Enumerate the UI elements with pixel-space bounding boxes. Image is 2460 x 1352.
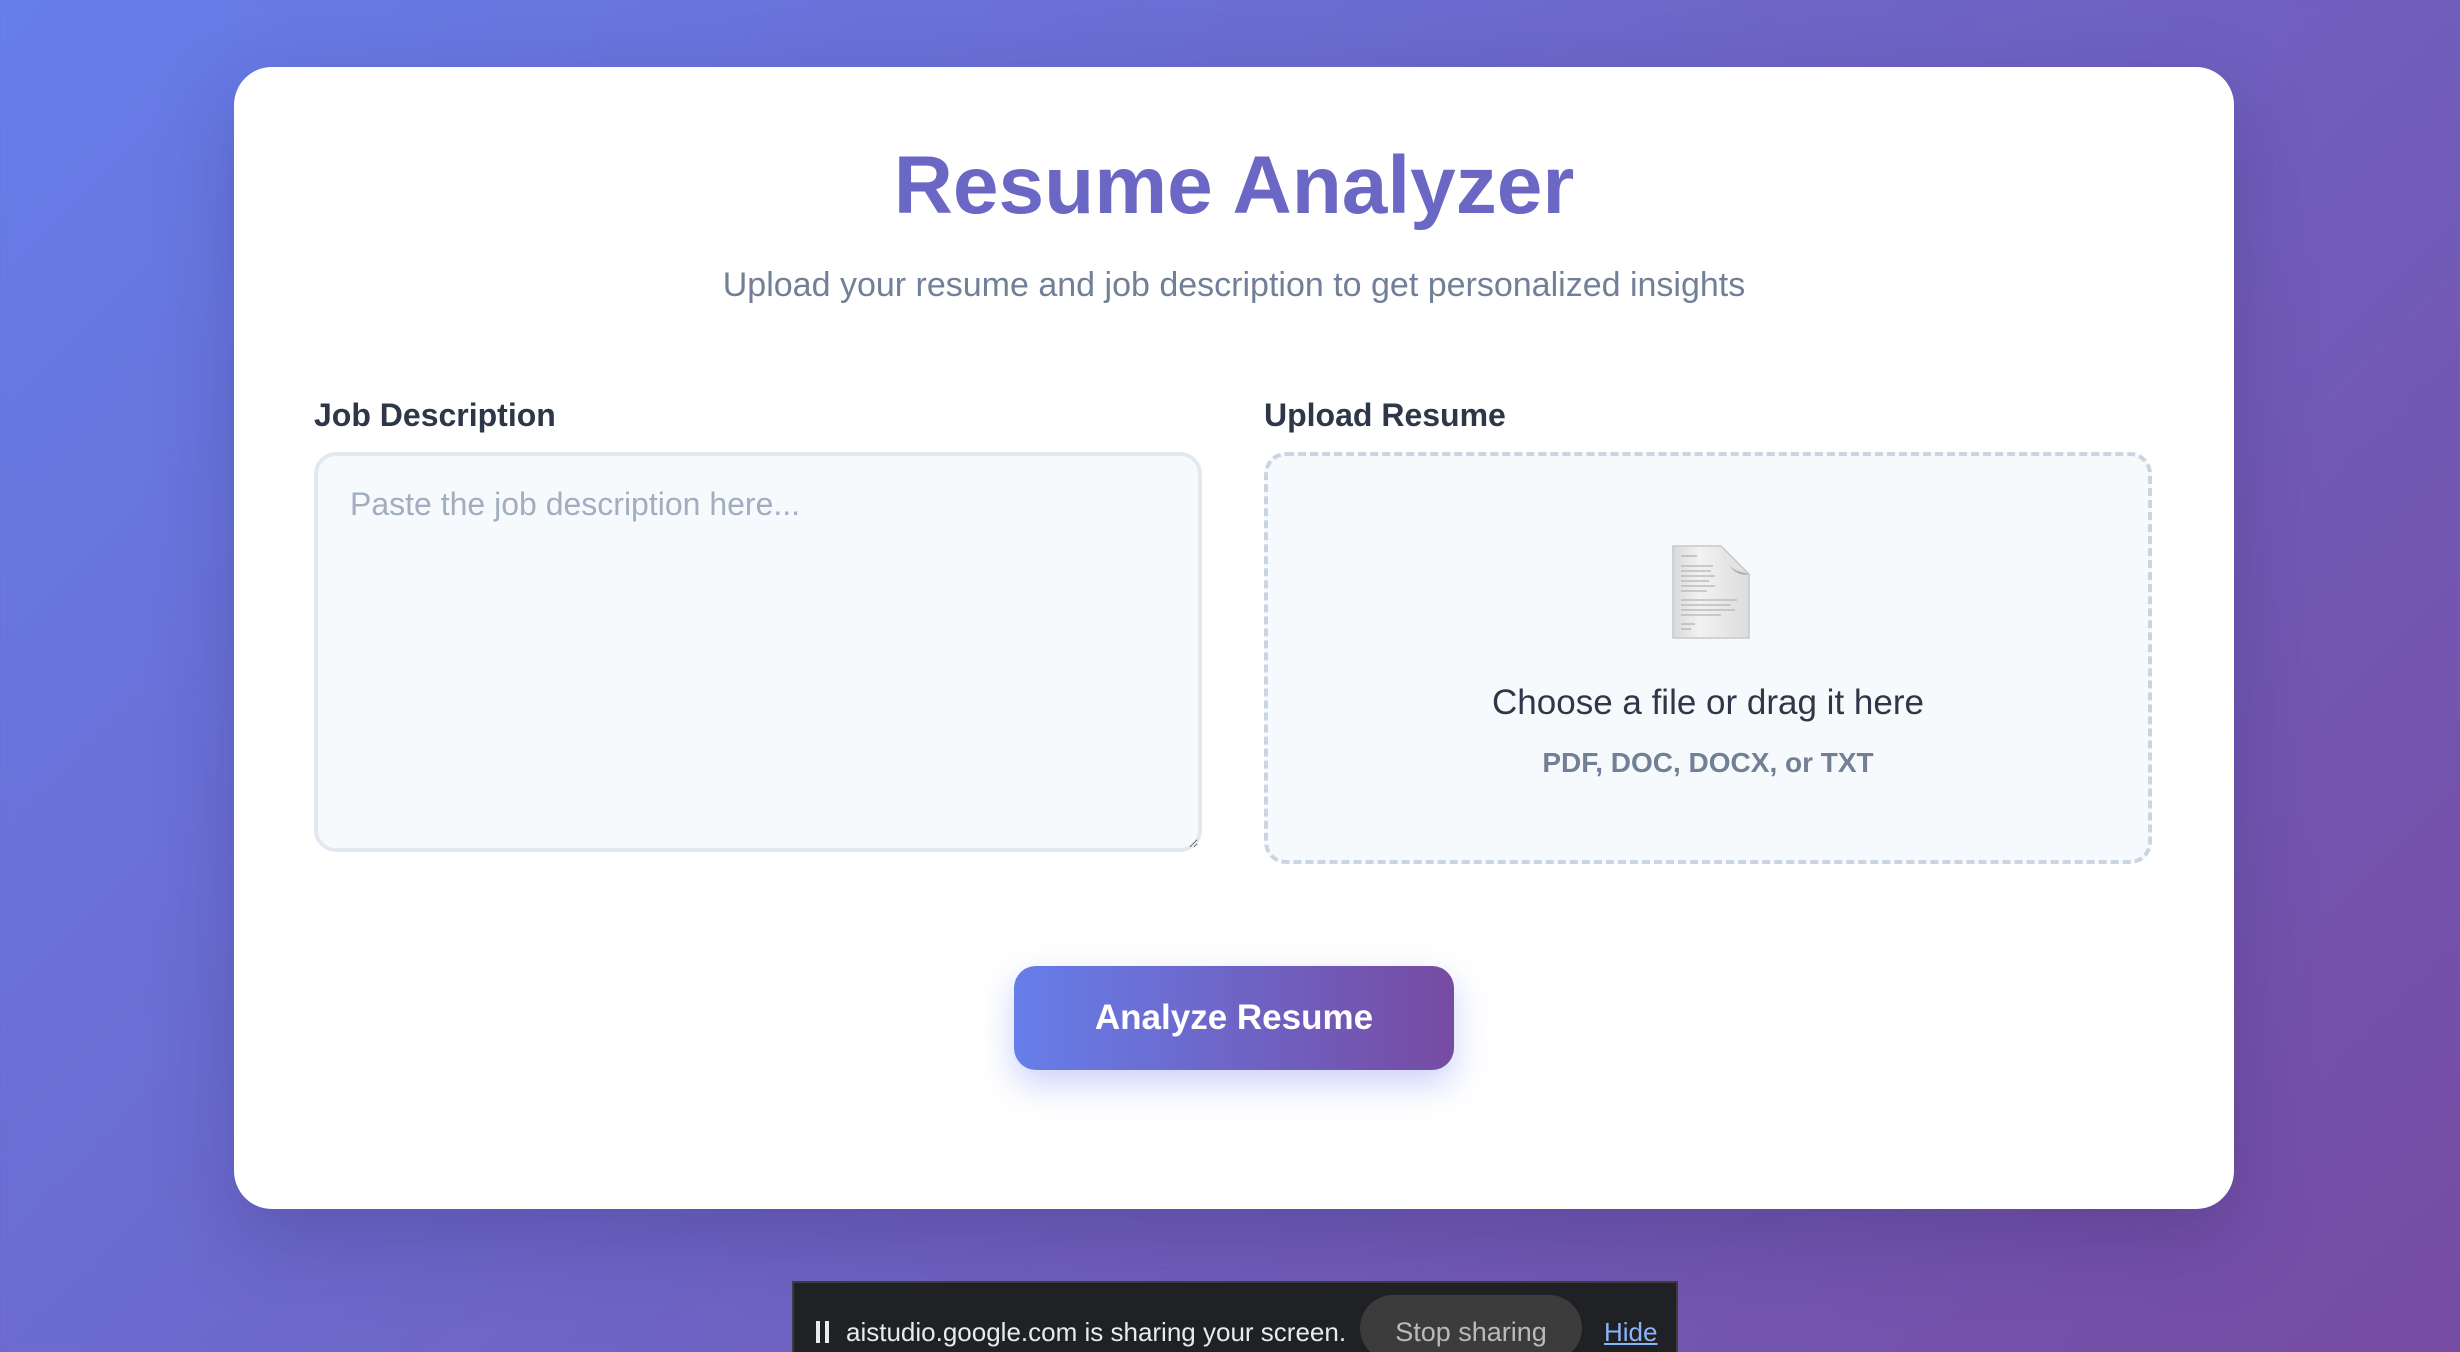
- page-subtitle: Upload your resume and job description t…: [722, 266, 1746, 304]
- document-icon: [1672, 545, 1750, 639]
- pause-icon: [816, 1321, 830, 1343]
- upload-resume-label: Upload Resume: [1264, 397, 1506, 433]
- stop-sharing-button[interactable]: Stop sharing: [1360, 1295, 1582, 1352]
- resume-upload-dropzone[interactable]: Choose a file or drag it here PDF, DOC, …: [1264, 452, 2152, 864]
- job-description-label: Job Description: [314, 397, 556, 433]
- accepted-formats-hint: PDF, DOC, DOCX, or TXT: [1542, 747, 1874, 778]
- page-title: Resume Analyzer: [893, 140, 1575, 231]
- job-description-textarea[interactable]: [314, 452, 1202, 852]
- hide-share-bar-link[interactable]: Hide: [1604, 1317, 1657, 1348]
- screen-share-message: aistudio.google.com is sharing your scre…: [846, 1317, 1347, 1347]
- main-card: Resume Analyzer Upload your resume and j…: [234, 67, 2234, 1209]
- analyze-resume-button[interactable]: Analyze Resume: [1014, 966, 1454, 1070]
- upload-prompt: Choose a file or drag it here: [1492, 683, 1924, 722]
- screen-share-bar: aistudio.google.com is sharing your scre…: [792, 1281, 1678, 1352]
